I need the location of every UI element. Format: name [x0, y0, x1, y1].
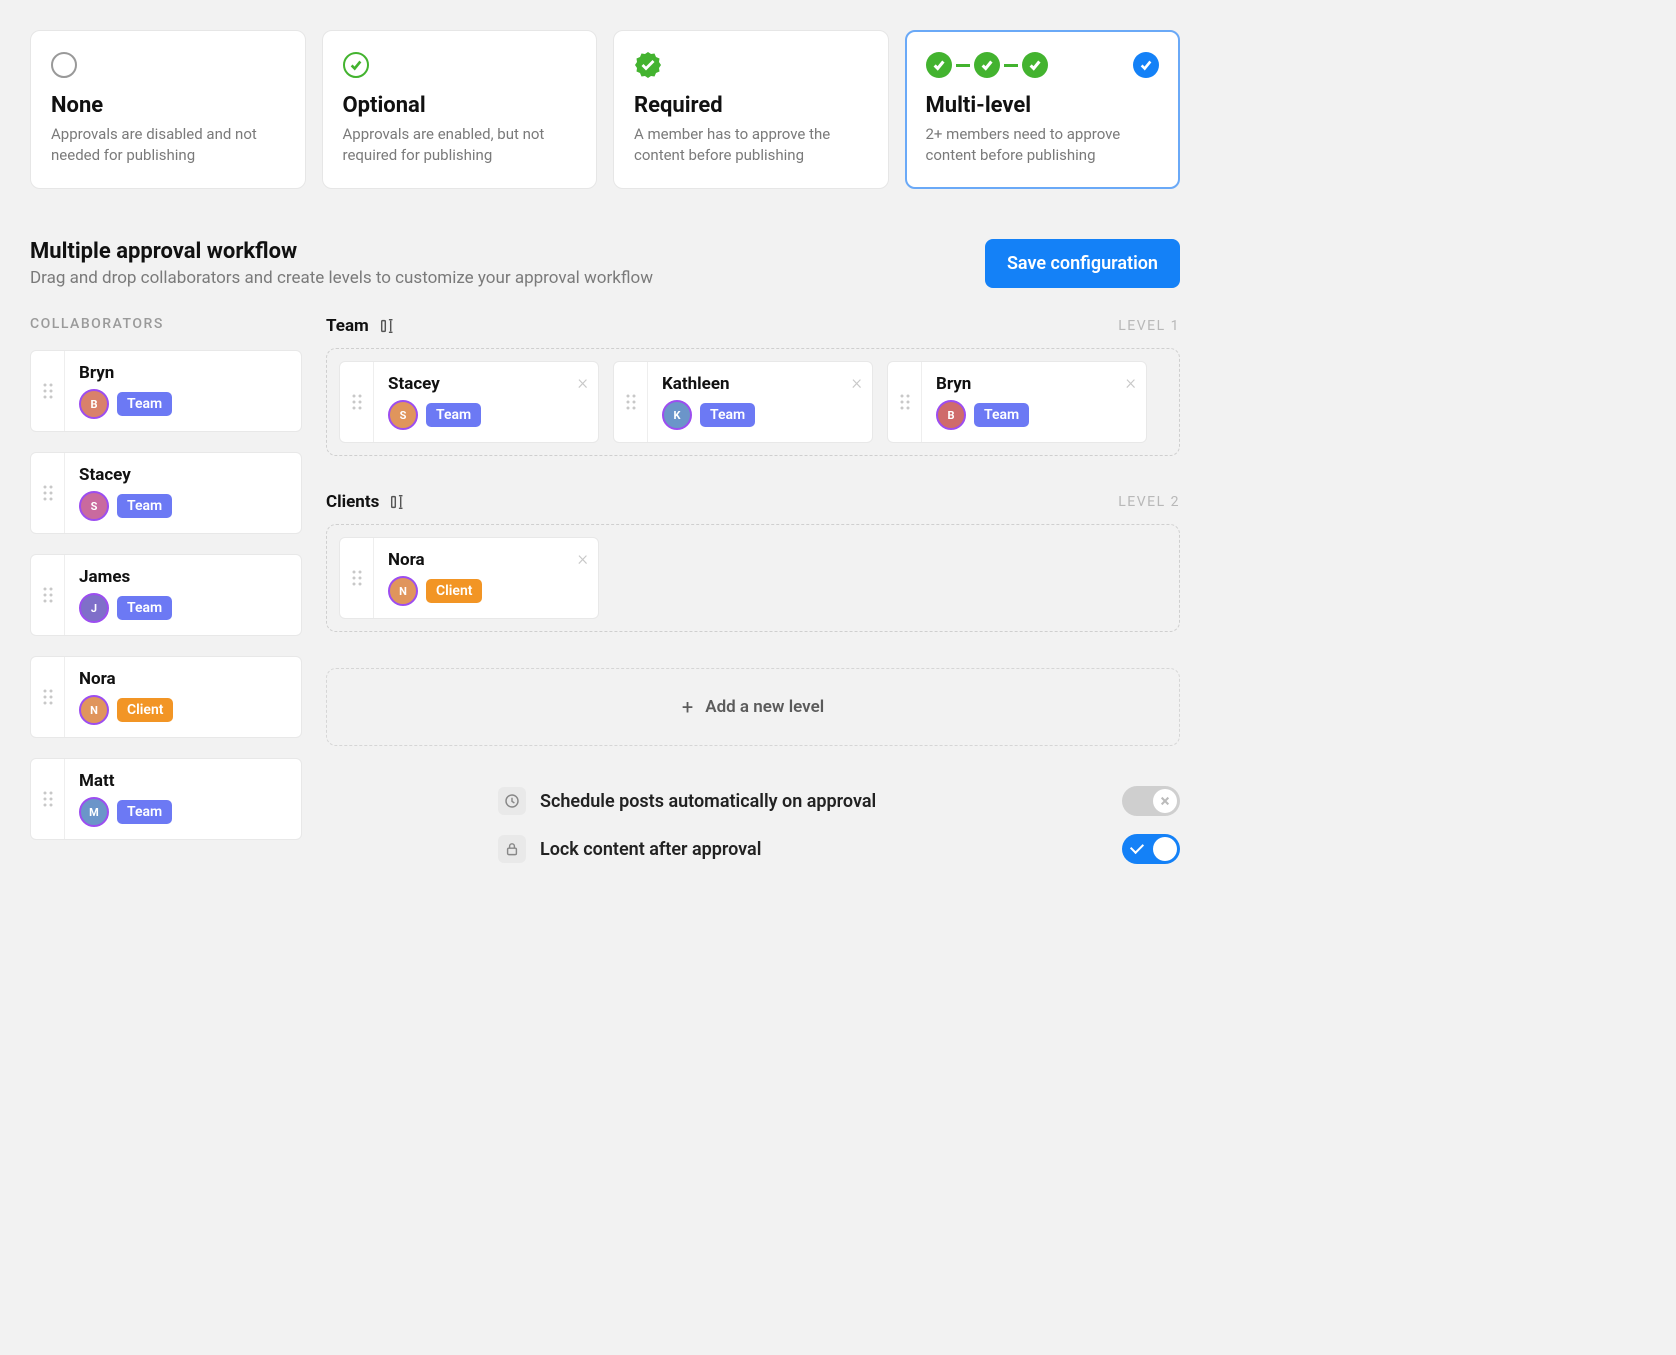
lock-icon: [498, 835, 526, 863]
level-badge: LEVEL 1: [1118, 318, 1180, 334]
option-optional[interactable]: Optional Approvals are enabled, but not …: [322, 30, 598, 189]
workflow-header: Multiple approval workflow Drag and drop…: [30, 239, 1180, 288]
setting-label: Schedule posts automatically on approval: [540, 791, 876, 812]
rename-icon[interactable]: [389, 493, 407, 511]
lock-toggle[interactable]: [1122, 834, 1180, 864]
clock-icon: [498, 787, 526, 815]
setting-schedule: Schedule posts automatically on approval: [326, 786, 1180, 816]
person-card[interactable]: Stacey S Team ×: [339, 361, 599, 443]
option-desc: Approvals are disabled and not needed fo…: [51, 124, 285, 166]
person-card[interactable]: Nora N Client ×: [339, 537, 599, 619]
settings: Schedule posts automatically on approval…: [326, 786, 1180, 864]
level-dropzone[interactable]: Nora N Client ×: [326, 524, 1180, 632]
setting-lock: Lock content after approval: [326, 834, 1180, 864]
person-name: Kathleen: [662, 374, 858, 394]
option-desc: Approvals are enabled, but not required …: [343, 124, 577, 166]
role-tag: Client: [117, 698, 173, 722]
drag-handle-icon[interactable]: [340, 362, 374, 442]
person-name: Stacey: [388, 374, 584, 394]
remove-person-button[interactable]: ×: [578, 548, 588, 568]
avatar: B: [79, 389, 109, 419]
avatar: K: [662, 400, 692, 430]
option-desc: A member has to approve the content befo…: [634, 124, 868, 166]
selected-check-icon: [1133, 52, 1159, 78]
option-multilevel[interactable]: Multi-level 2+ members need to approve c…: [905, 30, 1181, 189]
avatar: B: [936, 400, 966, 430]
save-configuration-button[interactable]: Save configuration: [985, 239, 1180, 288]
person-card[interactable]: Bryn B Team: [30, 350, 302, 432]
person-name: Stacey: [79, 465, 287, 485]
person-name: Matt: [79, 771, 287, 791]
person-card[interactable]: Bryn B Team ×: [887, 361, 1147, 443]
person-card[interactable]: James J Team: [30, 554, 302, 636]
person-name: James: [79, 567, 287, 587]
workflow-subtitle: Drag and drop collaborators and create l…: [30, 268, 653, 288]
person-name: Nora: [388, 550, 584, 570]
avatar: N: [79, 695, 109, 725]
role-tag: Client: [426, 579, 482, 603]
remove-person-button[interactable]: ×: [852, 372, 862, 392]
role-tag: Team: [700, 403, 755, 427]
person-card[interactable]: Matt M Team: [30, 758, 302, 840]
drag-handle-icon[interactable]: [614, 362, 648, 442]
person-card[interactable]: Nora N Client: [30, 656, 302, 738]
drag-handle-icon[interactable]: [31, 351, 65, 431]
level-dropzone[interactable]: Stacey S Team × Kathleen K Team × Bryn B…: [326, 348, 1180, 456]
verified-badge-icon: [634, 51, 662, 79]
person-name: Bryn: [936, 374, 1132, 394]
role-tag: Team: [117, 494, 172, 518]
drag-handle-icon[interactable]: [340, 538, 374, 618]
person-card[interactable]: Kathleen K Team ×: [613, 361, 873, 443]
option-title: Optional: [343, 93, 577, 118]
drag-handle-icon[interactable]: [31, 759, 65, 839]
option-none[interactable]: None Approvals are disabled and not need…: [30, 30, 306, 189]
drag-handle-icon[interactable]: [31, 453, 65, 533]
plus-icon: +: [682, 695, 693, 719]
level-header: Team LEVEL 1: [326, 316, 1180, 336]
person-name: Bryn: [79, 363, 287, 383]
check-circle-outline-icon: [343, 52, 369, 78]
option-title: None: [51, 93, 285, 118]
avatar: M: [79, 797, 109, 827]
role-tag: Team: [117, 800, 172, 824]
remove-person-button[interactable]: ×: [578, 372, 588, 392]
drag-handle-icon[interactable]: [31, 657, 65, 737]
levels-column: Team LEVEL 1 Stacey S Team × Kathleen K …: [326, 316, 1180, 864]
level-name: Team: [326, 316, 369, 336]
workflow-title: Multiple approval workflow: [30, 239, 653, 264]
role-tag: Team: [974, 403, 1029, 427]
role-tag: Team: [117, 392, 172, 416]
multilevel-chain-icon: [926, 52, 1048, 78]
option-title: Multi-level: [926, 93, 1160, 118]
drag-handle-icon[interactable]: [888, 362, 922, 442]
remove-person-button[interactable]: ×: [1126, 372, 1136, 392]
option-required[interactable]: Required A member has to approve the con…: [613, 30, 889, 189]
level-name: Clients: [326, 492, 379, 512]
schedule-toggle[interactable]: [1122, 786, 1180, 816]
person-card[interactable]: Stacey S Team: [30, 452, 302, 534]
avatar: S: [79, 491, 109, 521]
option-title: Required: [634, 93, 868, 118]
drag-handle-icon[interactable]: [31, 555, 65, 635]
setting-label: Lock content after approval: [540, 839, 761, 860]
approval-option-cards: None Approvals are disabled and not need…: [30, 30, 1180, 189]
role-tag: Team: [426, 403, 481, 427]
add-level-label: Add a new level: [705, 697, 824, 717]
rename-icon[interactable]: [379, 317, 397, 335]
empty-circle-icon: [51, 52, 77, 78]
level-badge: LEVEL 2: [1118, 494, 1180, 510]
level-header: Clients LEVEL 2: [326, 492, 1180, 512]
add-level-button[interactable]: + Add a new level: [326, 668, 1180, 746]
collaborators-column: COLLABORATORS Bryn B Team Stacey S Team …: [30, 316, 302, 864]
avatar: S: [388, 400, 418, 430]
person-name: Nora: [79, 669, 287, 689]
collaborators-heading: COLLABORATORS: [30, 316, 302, 332]
avatar: J: [79, 593, 109, 623]
avatar: N: [388, 576, 418, 606]
role-tag: Team: [117, 596, 172, 620]
option-desc: 2+ members need to approve content befor…: [926, 124, 1160, 166]
